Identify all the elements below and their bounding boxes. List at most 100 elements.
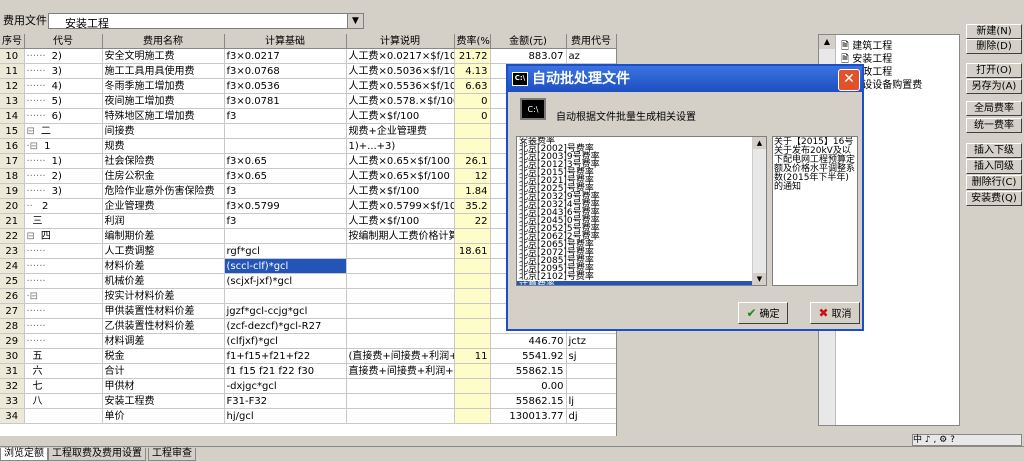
cell-n[interactable]: 33 <box>0 393 25 409</box>
cell-name[interactable]: 危险作业意外伤害保险费 <box>102 183 225 199</box>
tree-connector[interactable]: ······ <box>27 81 46 92</box>
cell-rate[interactable]: 0 <box>454 93 491 109</box>
scroll-up-icon[interactable]: ▲ <box>819 35 835 49</box>
cell-name[interactable]: 住房公积金 <box>102 168 225 184</box>
cell-base[interactable] <box>224 123 347 139</box>
table-row[interactable]: 34 单价 hj/gcl 130013.77 dj <box>0 408 616 424</box>
cell-n[interactable]: 25 <box>0 273 25 289</box>
cell-desc[interactable] <box>346 273 455 289</box>
cell-n[interactable]: 27 <box>0 303 25 319</box>
cell-rate[interactable] <box>454 393 491 409</box>
cell-n[interactable]: 31 <box>0 363 25 379</box>
cell-code[interactable]: ······ <box>24 258 103 274</box>
cell-n[interactable]: 15 <box>0 123 25 139</box>
delete-button[interactable]: 删除(D) <box>966 39 1022 54</box>
cell-name[interactable]: 单价 <box>102 408 225 424</box>
cell-name[interactable]: 人工费调整 <box>102 243 225 259</box>
cell-fc[interactable]: dj <box>566 408 616 424</box>
cell-base[interactable]: (clfjxf)*gcl <box>224 333 347 349</box>
cell-name[interactable]: 甲供装置性材料价差 <box>102 303 225 319</box>
cell-code[interactable]: ······ 5) <box>24 93 103 109</box>
cell-code[interactable]: ······ 2) <box>24 168 103 184</box>
cell-code[interactable]: ⊟ 二 <box>24 123 103 139</box>
insert-sibling-button[interactable]: 插入同级 <box>966 159 1022 174</box>
cell-base[interactable]: F31-F32 <box>224 393 347 409</box>
cell-desc[interactable] <box>346 288 455 304</box>
cell-name[interactable]: 安装工程费 <box>102 393 225 409</box>
cell-rate[interactable]: 35.2 <box>454 198 491 214</box>
cell-code[interactable]: 八 <box>24 393 103 409</box>
cell-base[interactable]: rgf*gcl <box>224 243 347 259</box>
column-header[interactable]: 序号 <box>0 34 25 49</box>
cell-base[interactable]: (scjxf-jxf)*gcl <box>224 273 347 289</box>
cell-code[interactable]: 七 <box>24 378 103 394</box>
ok-button[interactable]: ✔ 确定 <box>738 302 788 324</box>
cell-base[interactable]: -dxjgc*gcl <box>224 378 347 394</box>
cell-code[interactable]: ·⊟ 1 <box>24 138 103 154</box>
cell-base[interactable]: jgzf*gcl-ccjg*gcl <box>224 303 347 319</box>
cell-amt[interactable]: 0.00 <box>490 378 567 394</box>
cell-rate[interactable] <box>454 303 491 319</box>
tree-connector[interactable]: ⊟ <box>27 126 35 137</box>
cell-code[interactable]: ·⊟ <box>24 288 103 304</box>
delete-row-button[interactable]: 删除行(C) <box>966 175 1022 190</box>
cell-rate[interactable]: 11 <box>454 348 491 364</box>
column-header[interactable]: 金额(元) <box>490 34 567 49</box>
scroll-down-icon[interactable]: ▼ <box>753 273 766 285</box>
tree-connector[interactable]: ······ <box>27 51 46 62</box>
cell-code[interactable]: 三 <box>24 213 103 229</box>
cell-code[interactable]: ⊟ 四 <box>24 228 103 244</box>
cell-base[interactable]: f3×0.0781 <box>224 93 347 109</box>
cell-n[interactable]: 32 <box>0 378 25 394</box>
cell-base[interactable]: (zcf-dezcf)*gcl-R27 <box>224 318 347 334</box>
cell-desc[interactable]: 人工费×0.0217×$f/100 <box>346 48 455 64</box>
cell-desc[interactable] <box>346 243 455 259</box>
cell-rate[interactable] <box>454 258 491 274</box>
cell-name[interactable]: 税金 <box>102 348 225 364</box>
cell-name[interactable]: 特殊地区施工增加费 <box>102 108 225 124</box>
cell-base[interactable]: (sccl-clf)*gcl <box>224 258 347 274</box>
cell-rate[interactable]: 4.13 <box>454 63 491 79</box>
open-button[interactable]: 打开(O) <box>966 63 1022 78</box>
table-row[interactable]: 33 八 安装工程费 F31-F32 55862.15 lj <box>0 393 616 409</box>
cell-rate[interactable]: 22 <box>454 213 491 229</box>
cell-code[interactable]: 六 <box>24 363 103 379</box>
cell-desc[interactable]: 人工费×0.5536×$f/100 <box>346 78 455 94</box>
table-row[interactable]: 10 ······ 2) 安全文明施工费 f3×0.0217 人工费×0.0217×$f/… <box>0 48 616 64</box>
column-header[interactable]: 计算说明 <box>346 34 455 49</box>
cell-code[interactable]: ······ <box>24 303 103 319</box>
cell-base[interactable] <box>224 288 347 304</box>
cell-name[interactable]: 编制期价差 <box>102 228 225 244</box>
cell-fc[interactable] <box>566 378 616 394</box>
cell-base[interactable]: f3 <box>224 213 347 229</box>
tree-connector[interactable]: ······ <box>27 171 46 182</box>
cell-name[interactable]: 材料价差 <box>102 258 225 274</box>
cell-name[interactable]: 甲供材 <box>102 378 225 394</box>
tree-connector[interactable]: ······ <box>27 306 46 317</box>
save-as-button[interactable]: 另存为(A) <box>966 79 1022 94</box>
cell-desc[interactable]: (直接费+间接费+利润+编 <box>346 348 455 364</box>
cell-amt[interactable]: 55862.15 <box>490 363 567 379</box>
cell-desc[interactable]: 人工费×0.65×$f/100 <box>346 168 455 184</box>
tab-review[interactable]: 工程审查 <box>148 448 196 461</box>
new-button[interactable]: 新建(N) <box>966 24 1022 39</box>
cell-base[interactable]: f3×0.65 <box>224 168 347 184</box>
cell-desc[interactable] <box>346 318 455 334</box>
cell-n[interactable]: 17 <box>0 153 25 169</box>
cell-amt[interactable]: 883.07 <box>490 48 567 64</box>
global-rate-button[interactable]: 全局费率 <box>966 101 1022 116</box>
cell-name[interactable]: 夜间施工增加费 <box>102 93 225 109</box>
tree-connector[interactable]: ·⊟ <box>27 141 39 152</box>
ime-tray[interactable]: 中 ♪ , ⚙ ? <box>912 434 1022 446</box>
cell-desc[interactable] <box>346 393 455 409</box>
cell-base[interactable]: f3×0.0768 <box>224 63 347 79</box>
cell-fc[interactable] <box>566 363 616 379</box>
cell-rate[interactable] <box>454 228 491 244</box>
cell-desc[interactable] <box>346 333 455 349</box>
cell-rate[interactable] <box>454 318 491 334</box>
close-icon[interactable]: ✕ <box>838 69 860 91</box>
cell-n[interactable]: 16 <box>0 138 25 154</box>
cell-n[interactable]: 14 <box>0 108 25 124</box>
cell-rate[interactable] <box>454 408 491 424</box>
cell-n[interactable]: 13 <box>0 93 25 109</box>
